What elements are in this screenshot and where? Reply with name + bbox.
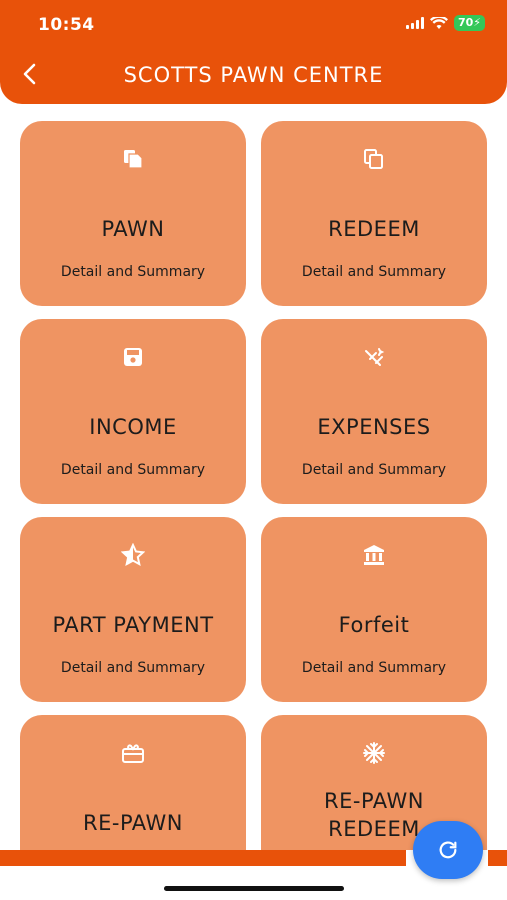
bottom-bar-left: [0, 850, 406, 866]
bottom-bar-right: [488, 850, 507, 866]
card-subtitle: Detail and Summary: [301, 660, 447, 676]
part-payment-card[interactable]: PART PAYMENT Detail and Summary: [20, 517, 246, 702]
pawn-card[interactable]: PAWN Detail and Summary: [20, 121, 246, 306]
copy-outline-icon: [261, 147, 487, 171]
half-star-icon: [20, 543, 246, 567]
save-icon: [20, 345, 246, 369]
wifi-icon: [429, 16, 448, 29]
refresh-icon: [439, 841, 457, 859]
redeem-card[interactable]: REDEEM Detail and Summary: [261, 121, 487, 306]
card-title: RE-PAWN: [83, 811, 183, 835]
battery-icon: 70⚡: [453, 15, 485, 31]
card-subtitle: Detail and Summary: [301, 264, 447, 280]
card-subtitle: Detail and Summary: [60, 660, 206, 676]
card-title: REDEEM: [328, 217, 420, 241]
card-title: EXPENSES: [317, 415, 431, 439]
status-icons: 70⚡: [405, 15, 485, 31]
card-subtitle: Detail and Summary: [60, 462, 206, 478]
battery-level: 70: [457, 16, 474, 29]
expenses-card[interactable]: EXPENSES Detail and Summary: [261, 319, 487, 504]
menu-grid: PAWN Detail and Summary REDEEM Detail an…: [0, 0, 507, 850]
copy-file-icon: [20, 147, 246, 171]
re-pawn-card[interactable]: RE-PAWN: [20, 715, 246, 850]
forfeit-card[interactable]: Forfeit Detail and Summary: [261, 517, 487, 702]
home-indicator: [164, 886, 344, 891]
income-card[interactable]: INCOME Detail and Summary: [20, 319, 246, 504]
card-title: Forfeit: [338, 613, 410, 637]
snowflake-icon: [261, 741, 487, 765]
bank-icon: [261, 543, 487, 567]
card-title: PAWN: [101, 217, 165, 241]
wand-off-icon: [261, 345, 487, 369]
app-header: 10:54 70⚡ SCOTTS PAWN CENTRE: [0, 0, 507, 104]
card-title: PART PAYMENT: [52, 613, 214, 637]
refresh-button[interactable]: [413, 821, 483, 879]
gift-card-icon: [20, 741, 246, 765]
card-subtitle: Detail and Summary: [301, 462, 447, 478]
page-title: SCOTTS PAWN CENTRE: [123, 63, 384, 87]
signal-icon: [405, 17, 424, 29]
card-title: INCOME: [89, 415, 177, 439]
card-subtitle: Detail and Summary: [60, 264, 206, 280]
status-time: 10:54: [38, 15, 95, 35]
